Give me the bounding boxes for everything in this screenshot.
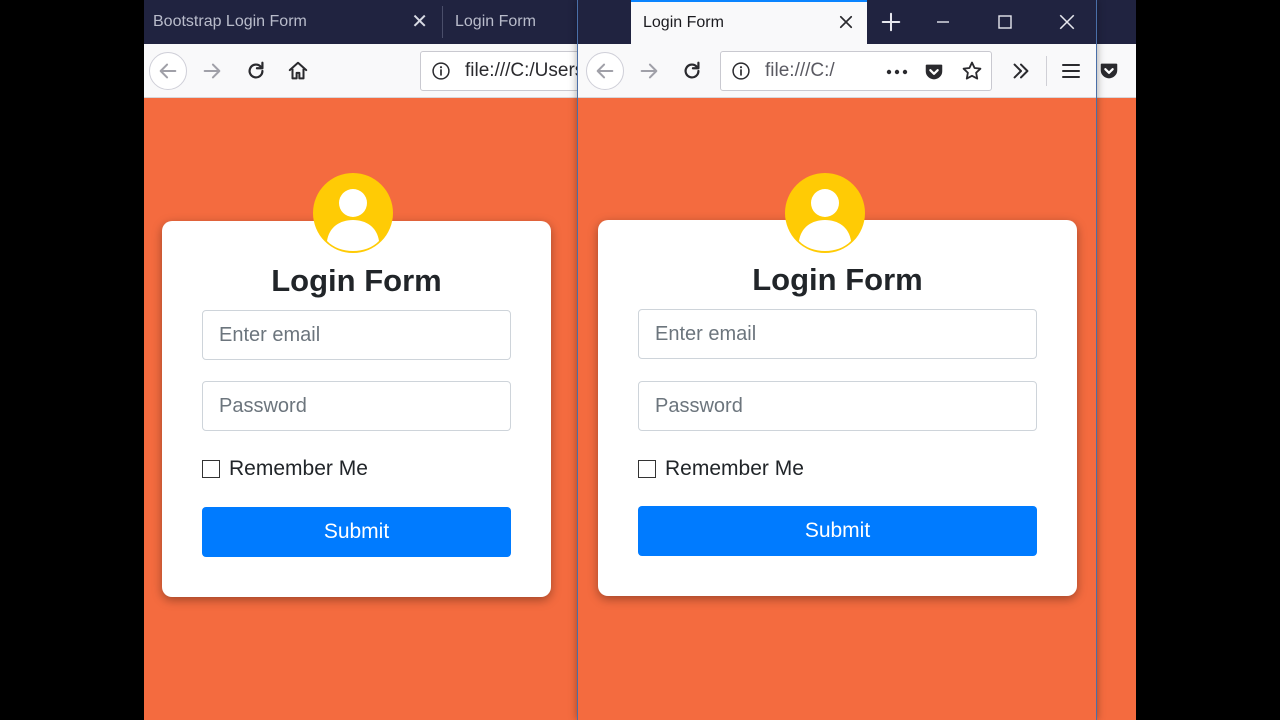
tab-label: Bootstrap Login Form [153, 13, 307, 30]
new-tab-button[interactable] [868, 0, 914, 44]
forward-button[interactable] [193, 52, 231, 90]
remember-me-checkbox[interactable] [638, 460, 656, 478]
maximize-button[interactable] [982, 0, 1028, 44]
login-card: Login Form Remember Me Submit [598, 220, 1077, 596]
arrow-right-icon [640, 63, 658, 79]
email-input[interactable] [638, 309, 1037, 359]
pocket-icon [1100, 63, 1118, 79]
reload-icon [684, 61, 700, 79]
desktop: Bootstrap Login Form ✕ Login Form file:/… [0, 0, 1280, 720]
hamburger-menu-icon [1062, 64, 1080, 78]
front-tab-bar: Login Form [578, 0, 1096, 44]
info-icon[interactable] [431, 61, 451, 81]
url-text: file:///C:/Users/ [465, 60, 590, 81]
maximize-icon [998, 15, 1012, 29]
user-avatar-icon [313, 173, 393, 253]
remember-me-row: Remember Me [202, 456, 368, 482]
home-button[interactable] [279, 52, 317, 90]
front-browser-window: Login Form file:///C:/ Login Form Enter … [577, 0, 1097, 720]
minimize-button[interactable] [920, 0, 966, 44]
tab-separator [442, 6, 443, 38]
reload-button[interactable] [673, 52, 711, 90]
close-icon[interactable] [837, 13, 855, 31]
more-dots-icon[interactable] [885, 62, 909, 82]
remember-me-checkbox[interactable] [202, 460, 220, 478]
user-avatar-icon [785, 173, 865, 253]
remember-me-label: Remember Me [229, 457, 368, 480]
password-input[interactable] [202, 381, 511, 431]
minimize-icon [937, 21, 949, 23]
login-card: Login Form Remember Me Submit [162, 221, 551, 597]
front-navigation-bar: file:///C:/ [578, 44, 1096, 98]
tab-bootstrap-login-form[interactable]: Bootstrap Login Form ✕ [144, 0, 442, 44]
menu-button[interactable] [1052, 52, 1090, 90]
toolbar-divider [1046, 56, 1047, 86]
forward-button[interactable] [630, 52, 668, 90]
login-title: Login Form [752, 262, 923, 297]
back-toolbar-edge [1098, 44, 1136, 98]
overflow-button[interactable] [1002, 52, 1040, 90]
tab-label: Login Form [643, 14, 724, 31]
url-text: file:///C:/ [765, 60, 835, 81]
double-chevron-icon [1013, 63, 1029, 79]
back-button[interactable] [586, 52, 624, 90]
back-button[interactable] [149, 52, 187, 90]
remember-me-label: Remember Me [665, 457, 804, 480]
arrow-left-icon [596, 63, 614, 79]
tab-login-form-active[interactable]: Login Form [631, 0, 867, 44]
login-title: Login Form [271, 263, 442, 298]
front-url-bar[interactable]: file:///C:/ [720, 51, 992, 91]
star-icon[interactable] [961, 60, 983, 82]
password-input[interactable] [638, 381, 1037, 431]
reload-button[interactable] [237, 52, 275, 90]
reload-icon [248, 61, 264, 79]
close-icon[interactable]: ✕ [411, 0, 428, 44]
email-input[interactable] [202, 310, 511, 360]
window-close-button[interactable] [1044, 0, 1090, 44]
pocket-icon[interactable] [923, 61, 945, 83]
info-icon[interactable] [731, 61, 751, 81]
plus-icon [881, 12, 901, 32]
arrow-right-icon [203, 63, 221, 79]
remember-me-row: Remember Me [638, 456, 804, 482]
submit-button[interactable]: Submit [202, 507, 511, 557]
home-icon [288, 61, 308, 80]
arrow-left-icon [159, 63, 177, 79]
close-icon [1059, 14, 1075, 30]
tab-label: Login Form [455, 13, 536, 30]
submit-button[interactable]: Submit [638, 506, 1037, 556]
